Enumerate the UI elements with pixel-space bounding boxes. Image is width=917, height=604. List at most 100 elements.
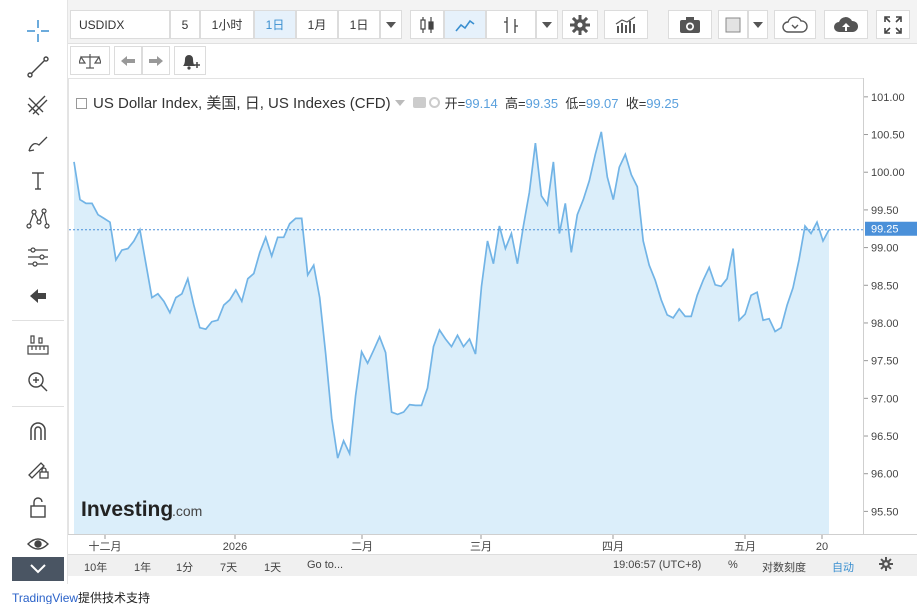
lock-all-button[interactable] <box>22 492 54 522</box>
low-value: 99.07 <box>585 96 619 111</box>
caret-down-icon <box>753 21 763 28</box>
redo-arrow-icon <box>149 55 163 66</box>
load-chart-button[interactable] <box>774 10 816 39</box>
range-1y-button[interactable]: 1年 <box>134 559 151 575</box>
clock-readout[interactable]: 19:06:57 (UTC+8) <box>613 559 701 571</box>
color-swatch-icon <box>725 17 741 32</box>
indicators-dropdown-button[interactable] <box>536 10 558 39</box>
settings-button[interactable] <box>562 10 598 39</box>
fib-tool-button[interactable] <box>22 90 54 120</box>
pencil-lock-icon <box>28 462 49 479</box>
indicators-icon <box>504 16 518 33</box>
interval-current-button[interactable]: 1日 <box>338 10 380 39</box>
toolbar-divider <box>12 320 64 321</box>
zoom-in-icon <box>28 372 48 392</box>
crosshair-tool-button[interactable] <box>22 16 54 46</box>
zoom-tool-button[interactable] <box>22 367 54 397</box>
text-tool-button[interactable] <box>22 166 54 196</box>
interval-1d-button[interactable]: 1日 <box>254 10 296 39</box>
interval-5-label: 5 <box>181 17 189 32</box>
log-scale-button[interactable]: 对数刻度 <box>762 559 806 575</box>
caret-down-icon[interactable] <box>394 99 405 106</box>
prediction-tool-button[interactable] <box>22 242 54 272</box>
fullscreen-button[interactable] <box>876 10 910 39</box>
chart-style-area-button[interactable] <box>444 10 486 39</box>
secondary-toolbar <box>68 44 917 78</box>
go-to-date-button[interactable]: Go to... <box>307 559 343 571</box>
snapshot-button[interactable] <box>668 10 712 39</box>
price-area-fill <box>74 131 829 536</box>
eye-icon <box>27 538 49 550</box>
time-axis-labels: 十二月 2026 二月 三月 四月 五月 20 <box>89 535 828 553</box>
magnet-mode-button[interactable] <box>22 416 54 446</box>
arrow-left-icon <box>30 289 46 303</box>
magnet-icon <box>30 422 46 440</box>
visibility-button[interactable] <box>22 529 54 559</box>
gear-icon <box>879 557 893 571</box>
time-tick-label: 20 <box>816 541 828 553</box>
symbol-search-input[interactable]: USDIDX <box>70 10 170 39</box>
trend-line-tool-button[interactable] <box>22 52 54 82</box>
chart-style-candles-button[interactable] <box>410 10 444 39</box>
range-1d-button[interactable]: 1天 <box>264 559 281 575</box>
undo-button[interactable] <box>114 46 142 75</box>
save-chart-button[interactable] <box>824 10 868 39</box>
tradingview-link[interactable]: TradingView提供技术支持 <box>12 589 150 604</box>
legend-settings-icon[interactable] <box>428 97 440 108</box>
alert-button[interactable] <box>174 46 206 75</box>
price-tick-label: 98.00 <box>871 318 899 330</box>
auto-scale-button[interactable]: 自动 <box>832 559 854 575</box>
fill-color-button[interactable] <box>718 10 748 39</box>
measure-icon <box>27 335 49 355</box>
fill-color-dropdown-button[interactable] <box>748 10 768 39</box>
footer: TradingView提供技术支持 <box>0 584 917 604</box>
cloud-download-icon <box>782 15 808 33</box>
chart-pane[interactable]: Investing .com <box>68 78 864 536</box>
time-axis[interactable]: 十二月 2026 二月 三月 四月 五月 20 <box>68 534 917 554</box>
interval-1h-button[interactable]: 1小时 <box>200 10 254 39</box>
brush-tool-button[interactable] <box>22 128 54 158</box>
investing-watermark: Investing <box>81 498 173 521</box>
interval-1h-label: 1小时 <box>211 18 243 32</box>
interval-5-button[interactable]: 5 <box>170 10 200 39</box>
percent-scale-button[interactable]: % <box>728 559 738 571</box>
redo-button[interactable] <box>142 46 170 75</box>
close-value: 99.25 <box>646 96 679 111</box>
pattern-tool-button[interactable] <box>22 204 54 234</box>
interval-dropdown-button[interactable] <box>380 10 402 39</box>
bell-plus-icon <box>183 54 200 70</box>
gear-icon <box>570 14 590 35</box>
drawing-toolbar <box>0 0 68 584</box>
legend-collapse-toggle[interactable] <box>76 98 87 109</box>
text-icon <box>32 172 44 190</box>
remove-drawings-button[interactable] <box>22 281 54 311</box>
price-axis[interactable]: 101.00 100.50 100.00 99.50 99.00 98.50 98.00 97… <box>863 78 917 534</box>
range-1m-button[interactable]: 1分 <box>176 559 193 575</box>
price-tick-label: 96.50 <box>871 431 899 443</box>
interval-1m-button[interactable]: 1月 <box>296 10 338 39</box>
template-button[interactable] <box>70 46 110 75</box>
powered-by-text: 提供技术支持 <box>78 591 151 604</box>
indicators-button[interactable] <box>486 10 536 39</box>
scale-settings-button[interactable] <box>879 557 893 574</box>
legend-visibility-icon[interactable] <box>412 97 426 108</box>
range-10y-button[interactable]: 10年 <box>84 559 107 575</box>
series-title: US Dollar Index, 美国, 日, US Indexes (CFD) <box>93 95 391 112</box>
lock-drawing-button[interactable] <box>22 453 54 483</box>
time-tick-label: 四月 <box>602 541 624 553</box>
price-chart[interactable]: Investing.com <box>69 79 864 536</box>
compare-button[interactable] <box>604 10 648 39</box>
interval-current-label: 1日 <box>349 18 369 32</box>
time-tick-label: 三月 <box>470 541 492 553</box>
ohlc-values: 开=99.14 高=99.35 低=99.07 收=99.25 <box>445 93 679 112</box>
interval-1d-label: 1日 <box>265 18 285 32</box>
fullscreen-icon <box>884 15 902 34</box>
range-7d-button[interactable]: 7天 <box>220 559 237 575</box>
top-toolbar: USDIDX 5 1小时 1日 1月 1日 <box>68 0 917 44</box>
caret-down-icon <box>542 21 552 28</box>
close-label: 收= <box>625 96 647 111</box>
measure-tool-button[interactable] <box>22 330 54 360</box>
collapse-toolbar-button[interactable] <box>12 557 64 581</box>
time-tick-label: 二月 <box>351 541 373 553</box>
interval-1m-label: 1月 <box>307 18 327 32</box>
